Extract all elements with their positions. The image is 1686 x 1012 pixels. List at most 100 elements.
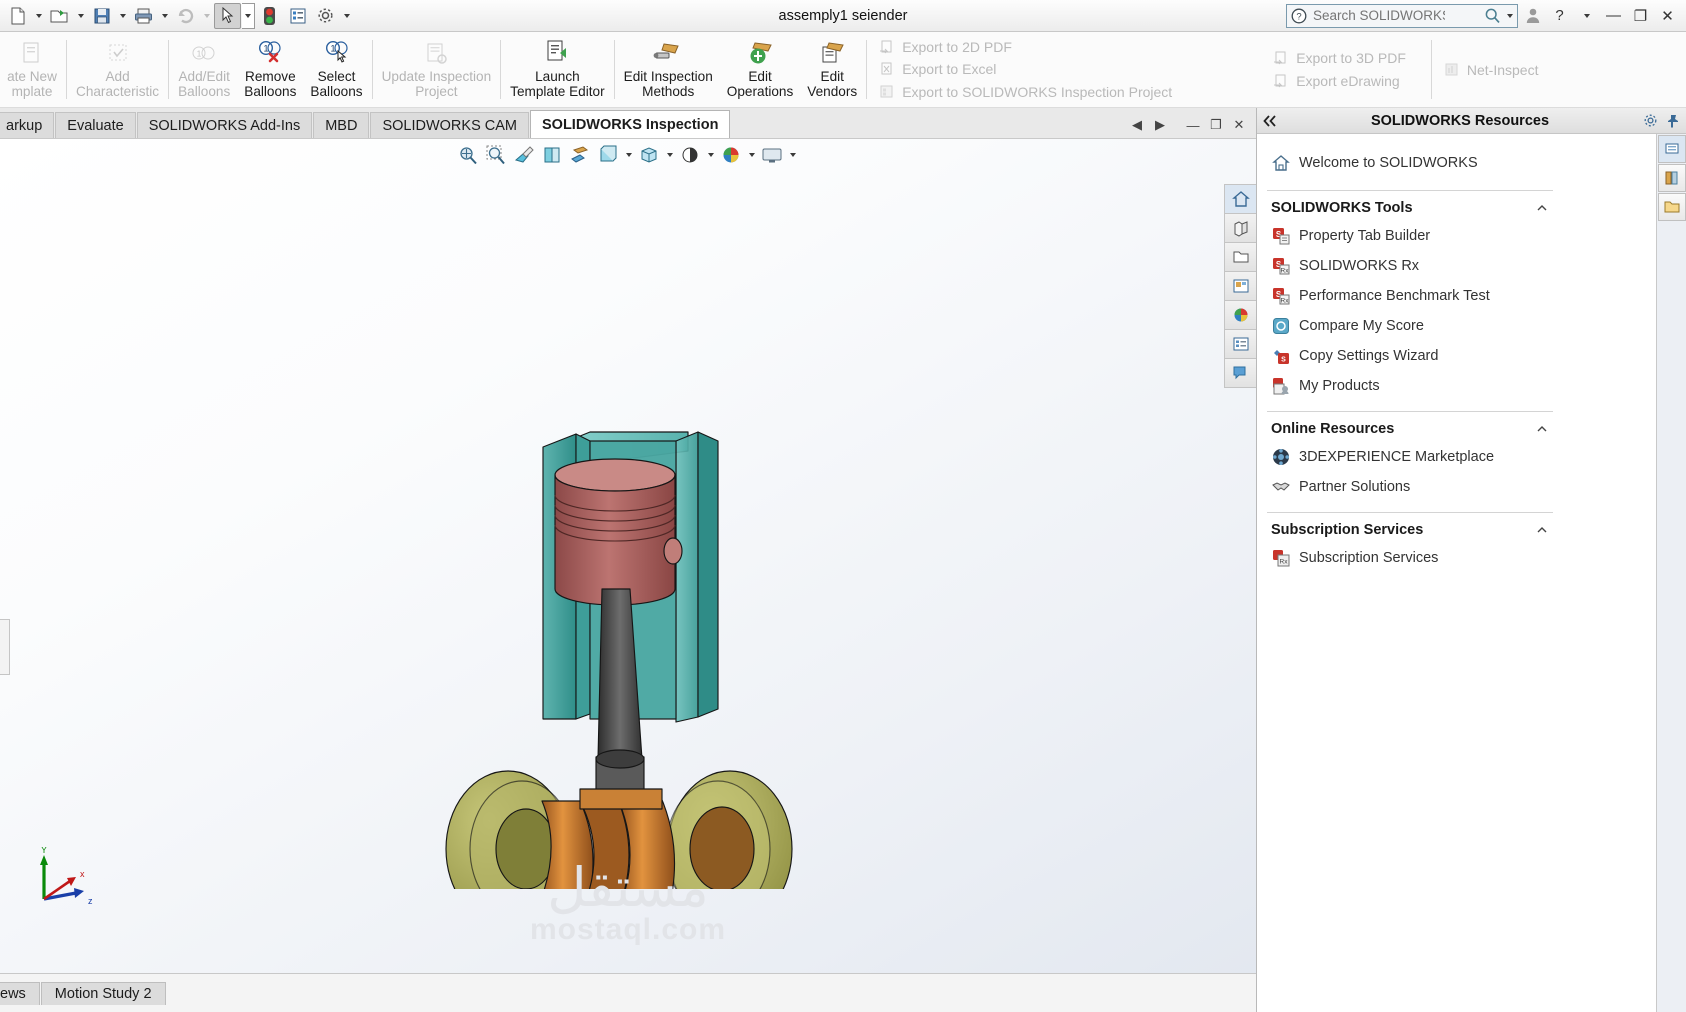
help-button[interactable]: ? bbox=[1547, 3, 1572, 29]
appearances-icon[interactable] bbox=[1224, 213, 1256, 243]
zoom-to-area-icon[interactable] bbox=[483, 142, 509, 168]
zoom-to-fit-icon[interactable] bbox=[455, 142, 481, 168]
edit-inspection-methods-command[interactable]: Edit Inspection Methods bbox=[617, 32, 720, 107]
next-pane-button[interactable]: ▶ bbox=[1149, 115, 1171, 135]
save-document-button[interactable] bbox=[88, 3, 115, 29]
feature-manager-flyout-handle[interactable] bbox=[0, 619, 10, 675]
minimize-document-button[interactable]: — bbox=[1182, 115, 1204, 135]
view-settings-icon[interactable] bbox=[759, 142, 785, 168]
open-document-dropdown[interactable] bbox=[74, 3, 87, 29]
export-to-excel-command: Export to Excel bbox=[869, 58, 1181, 80]
tab-solidworks-add-ins[interactable]: SOLIDWORKS Add-Ins bbox=[136, 112, 313, 138]
tab-solidworks-inspection[interactable]: SOLIDWORKS Inspection bbox=[530, 110, 731, 138]
open-document-button[interactable] bbox=[46, 3, 73, 29]
property-tab-builder-link[interactable]: S Property Tab Builder bbox=[1267, 221, 1553, 251]
remove-balloons-command[interactable]: 1 Remove Balloons bbox=[237, 32, 303, 107]
undo-button[interactable] bbox=[172, 3, 199, 29]
edit-appearance-icon[interactable] bbox=[677, 142, 703, 168]
new-document-dropdown[interactable] bbox=[32, 3, 45, 29]
options-dropdown[interactable] bbox=[340, 3, 353, 29]
notes-icon[interactable] bbox=[1224, 358, 1256, 388]
cmd-label-line2: Template Editor bbox=[510, 84, 605, 100]
launch-template-editor-command[interactable]: Launch Template Editor bbox=[503, 32, 611, 107]
restore-document-button[interactable]: ❐ bbox=[1205, 115, 1227, 135]
display-style-dropdown[interactable] bbox=[623, 142, 634, 168]
view-settings-dropdown[interactable] bbox=[787, 142, 798, 168]
hide-show-dropdown[interactable] bbox=[664, 142, 675, 168]
apply-scene-icon[interactable] bbox=[718, 142, 744, 168]
edit-operations-command[interactable]: Edit Operations bbox=[720, 32, 801, 107]
tab-mbd[interactable]: MBD bbox=[313, 112, 370, 138]
undo-dropdown[interactable] bbox=[200, 3, 213, 29]
select-tool-dropdown[interactable] bbox=[242, 2, 255, 29]
collapse-left-icon[interactable] bbox=[1263, 114, 1277, 127]
item-label: 3DEXPERIENCE Marketplace bbox=[1299, 449, 1495, 465]
view-heads-up-home-icon[interactable] bbox=[1224, 184, 1256, 214]
edit-vendors-command[interactable]: Edit Vendors bbox=[800, 32, 864, 107]
graphics-area[interactable]: Y z x مستقل mostaql.com bbox=[0, 139, 1256, 973]
search-help-box[interactable]: ? bbox=[1286, 3, 1518, 28]
help-dropdown-caret[interactable] bbox=[1574, 3, 1599, 29]
section-header-subscription-services[interactable]: Subscription Services bbox=[1267, 512, 1553, 543]
chevron-up-icon[interactable] bbox=[1537, 424, 1547, 434]
subscription-services-link[interactable]: Rx Subscription Services bbox=[1267, 543, 1553, 573]
user-account-icon[interactable] bbox=[1520, 3, 1545, 29]
file-properties-button[interactable] bbox=[284, 3, 311, 29]
item-label: Compare My Score bbox=[1299, 318, 1424, 334]
print-document-button[interactable] bbox=[130, 3, 157, 29]
hide-show-items-icon[interactable] bbox=[636, 142, 662, 168]
select-tool-button[interactable] bbox=[214, 2, 241, 29]
design-library-tab-icon[interactable] bbox=[1658, 164, 1686, 192]
section-header-online-resources[interactable]: Online Resources bbox=[1267, 411, 1553, 442]
new-document-button[interactable] bbox=[4, 3, 31, 29]
section-header-solidworks-tools[interactable]: SOLIDWORKS Tools bbox=[1267, 190, 1553, 221]
solidworks-resources-tab-icon[interactable] bbox=[1658, 135, 1686, 163]
save-document-dropdown[interactable] bbox=[116, 3, 129, 29]
cmd-label-line2: Operations bbox=[726, 84, 794, 100]
custom-properties-icon[interactable] bbox=[1224, 329, 1256, 359]
tab-markup[interactable]: arkup bbox=[0, 112, 55, 138]
view-orientation-icon[interactable] bbox=[567, 142, 593, 168]
create-new-template-command: ate New mplate bbox=[0, 32, 64, 107]
display-manager-icon[interactable] bbox=[1224, 271, 1256, 301]
partner-solutions-link[interactable]: Partner Solutions bbox=[1267, 472, 1553, 502]
watermark-latin-text: mostaql.com bbox=[529, 913, 727, 946]
minimize-window-button[interactable]: — bbox=[1601, 3, 1626, 29]
bottom-tab-3d-views[interactable]: ews bbox=[0, 981, 40, 1005]
close-document-button[interactable]: ✕ bbox=[1228, 115, 1250, 135]
3dexperience-marketplace-link[interactable]: 3DEXPERIENCE Marketplace bbox=[1267, 442, 1553, 472]
chevron-up-icon[interactable] bbox=[1537, 203, 1547, 213]
scene-icon[interactable] bbox=[1224, 300, 1256, 330]
folder-icon[interactable] bbox=[1224, 242, 1256, 272]
print-document-dropdown[interactable] bbox=[158, 3, 171, 29]
gear-icon[interactable] bbox=[1643, 113, 1658, 128]
copy-settings-wizard-link[interactable]: S Copy Settings Wizard bbox=[1267, 341, 1553, 371]
search-input[interactable] bbox=[1313, 8, 1445, 23]
item-label: Property Tab Builder bbox=[1299, 228, 1431, 244]
welcome-to-solidworks-link[interactable]: Welcome to SOLIDWORKS bbox=[1267, 148, 1553, 178]
previous-view-icon[interactable] bbox=[511, 142, 537, 168]
chevron-up-icon[interactable] bbox=[1537, 525, 1547, 535]
section-view-icon[interactable] bbox=[539, 142, 565, 168]
solidworks-rx-link[interactable]: S Rx SOLIDWORKS Rx bbox=[1267, 251, 1553, 281]
display-style-icon[interactable] bbox=[595, 142, 621, 168]
compare-my-score-link[interactable]: Compare My Score bbox=[1267, 311, 1553, 341]
rebuild-button[interactable] bbox=[256, 3, 283, 29]
file-explorer-tab-icon[interactable] bbox=[1658, 193, 1686, 221]
search-icon[interactable] bbox=[1484, 7, 1501, 24]
options-gear-button[interactable] bbox=[312, 3, 339, 29]
tab-evaluate[interactable]: Evaluate bbox=[55, 112, 136, 138]
search-dropdown-caret[interactable] bbox=[1507, 13, 1513, 18]
piston-crankshaft-assembly[interactable] bbox=[430, 289, 830, 889]
performance-benchmark-test-link[interactable]: S Rx Performance Benchmark Test bbox=[1267, 281, 1553, 311]
appearance-dropdown[interactable] bbox=[705, 142, 716, 168]
close-window-button[interactable]: ✕ bbox=[1655, 3, 1680, 29]
bottom-tab-motion-study-2[interactable]: Motion Study 2 bbox=[40, 981, 166, 1005]
pin-icon[interactable] bbox=[1666, 114, 1680, 128]
restore-window-button[interactable]: ❐ bbox=[1628, 3, 1653, 29]
tab-solidworks-cam[interactable]: SOLIDWORKS CAM bbox=[370, 112, 529, 138]
scene-dropdown[interactable] bbox=[746, 142, 757, 168]
select-balloons-command[interactable]: 1 Select Balloons bbox=[303, 32, 369, 107]
my-products-link[interactable]: My Products bbox=[1267, 371, 1553, 401]
prev-pane-button[interactable]: ◀ bbox=[1126, 115, 1148, 135]
